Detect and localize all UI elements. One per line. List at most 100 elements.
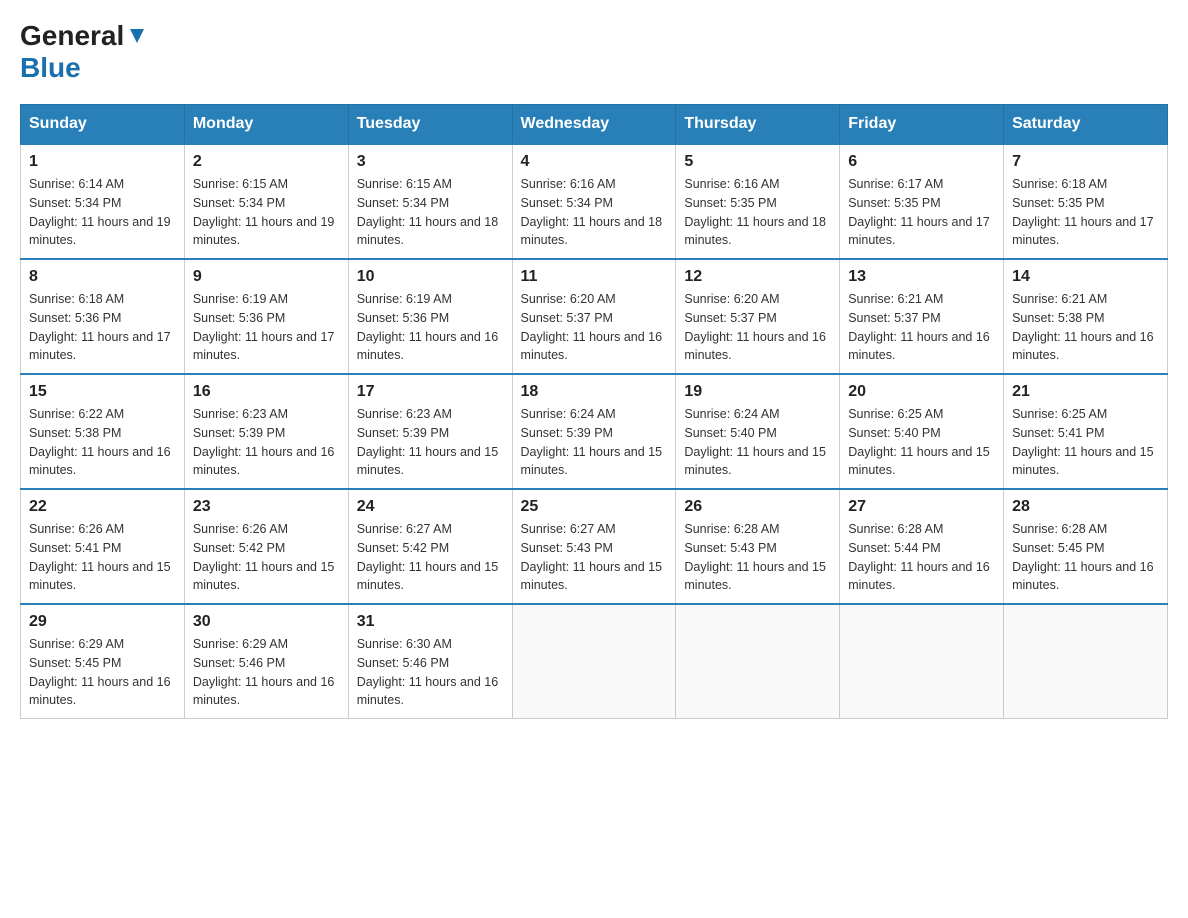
- page-header: General Blue: [20, 20, 1168, 84]
- calendar-day-cell: 8 Sunrise: 6:18 AMSunset: 5:36 PMDaylight…: [21, 259, 185, 374]
- day-info: Sunrise: 6:27 AMSunset: 5:43 PMDaylight:…: [521, 520, 668, 595]
- day-info: Sunrise: 6:21 AMSunset: 5:38 PMDaylight:…: [1012, 290, 1159, 365]
- calendar-day-cell: 9 Sunrise: 6:19 AMSunset: 5:36 PMDaylight…: [184, 259, 348, 374]
- day-info: Sunrise: 6:15 AMSunset: 5:34 PMDaylight:…: [357, 175, 504, 250]
- day-info: Sunrise: 6:29 AMSunset: 5:46 PMDaylight:…: [193, 635, 340, 710]
- calendar-header-row: SundayMondayTuesdayWednesdayThursdayFrid…: [21, 105, 1168, 145]
- calendar-day-cell: 7Sunrise: 6:18 AMSunset: 5:35 PMDaylight…: [1004, 144, 1168, 259]
- day-info: Sunrise: 6:20 AMSunset: 5:37 PMDaylight:…: [521, 290, 668, 365]
- calendar-day-cell: [840, 604, 1004, 719]
- calendar-day-cell: [512, 604, 676, 719]
- day-number: 14: [1012, 268, 1159, 286]
- day-info: Sunrise: 6:19 AMSunset: 5:36 PMDaylight:…: [193, 290, 340, 365]
- calendar-day-cell: 28Sunrise: 6:28 AMSunset: 5:45 PMDayligh…: [1004, 489, 1168, 604]
- logo-arrow-icon: [126, 25, 148, 47]
- day-number: 30: [193, 613, 340, 631]
- day-info: Sunrise: 6:18 AMSunset: 5:35 PMDaylight:…: [1012, 175, 1159, 250]
- calendar-day-cell: 14 Sunrise: 6:21 AMSunset: 5:38 PMDayligh…: [1004, 259, 1168, 374]
- calendar-day-cell: 2 Sunrise: 6:15 AMSunset: 5:34 PMDaylight…: [184, 144, 348, 259]
- day-info: Sunrise: 6:16 AMSunset: 5:35 PMDaylight:…: [684, 175, 831, 250]
- day-number: 21: [1012, 383, 1159, 401]
- calendar-day-cell: [1004, 604, 1168, 719]
- calendar-day-cell: 10 Sunrise: 6:19 AMSunset: 5:36 PMDayligh…: [348, 259, 512, 374]
- day-number: 6: [848, 153, 995, 171]
- day-number: 4: [521, 153, 668, 171]
- day-info: Sunrise: 6:26 AMSunset: 5:41 PMDaylight:…: [29, 520, 176, 595]
- calendar-day-cell: 21 Sunrise: 6:25 AMSunset: 5:41 PMDayligh…: [1004, 374, 1168, 489]
- calendar-day-cell: 18 Sunrise: 6:24 AMSunset: 5:39 PMDayligh…: [512, 374, 676, 489]
- calendar-day-cell: 13 Sunrise: 6:21 AMSunset: 5:37 PMDayligh…: [840, 259, 1004, 374]
- day-info: Sunrise: 6:23 AMSunset: 5:39 PMDaylight:…: [193, 405, 340, 480]
- calendar-week-row: 8 Sunrise: 6:18 AMSunset: 5:36 PMDaylight…: [21, 259, 1168, 374]
- day-number: 11: [521, 268, 668, 286]
- calendar-day-cell: 25 Sunrise: 6:27 AMSunset: 5:43 PMDayligh…: [512, 489, 676, 604]
- day-info: Sunrise: 6:25 AMSunset: 5:41 PMDaylight:…: [1012, 405, 1159, 480]
- day-info: Sunrise: 6:24 AMSunset: 5:40 PMDaylight:…: [684, 405, 831, 480]
- day-info: Sunrise: 6:26 AMSunset: 5:42 PMDaylight:…: [193, 520, 340, 595]
- calendar-day-cell: 30 Sunrise: 6:29 AMSunset: 5:46 PMDayligh…: [184, 604, 348, 719]
- calendar-week-row: 1Sunrise: 6:14 AMSunset: 5:34 PMDaylight…: [21, 144, 1168, 259]
- calendar-week-row: 15Sunrise: 6:22 AMSunset: 5:38 PMDayligh…: [21, 374, 1168, 489]
- day-number: 18: [521, 383, 668, 401]
- calendar-day-cell: 29 Sunrise: 6:29 AMSunset: 5:45 PMDayligh…: [21, 604, 185, 719]
- logo: General Blue: [20, 20, 148, 84]
- day-info: Sunrise: 6:19 AMSunset: 5:36 PMDaylight:…: [357, 290, 504, 365]
- calendar-day-cell: 6 Sunrise: 6:17 AMSunset: 5:35 PMDaylight…: [840, 144, 1004, 259]
- day-info: Sunrise: 6:21 AMSunset: 5:37 PMDaylight:…: [848, 290, 995, 365]
- calendar-week-row: 29 Sunrise: 6:29 AMSunset: 5:45 PMDayligh…: [21, 604, 1168, 719]
- day-info: Sunrise: 6:27 AMSunset: 5:42 PMDaylight:…: [357, 520, 504, 595]
- calendar-day-header: Saturday: [1004, 105, 1168, 145]
- day-info: Sunrise: 6:30 AMSunset: 5:46 PMDaylight:…: [357, 635, 504, 710]
- day-info: Sunrise: 6:18 AMSunset: 5:36 PMDaylight:…: [29, 290, 176, 365]
- calendar-week-row: 22 Sunrise: 6:26 AMSunset: 5:41 PMDayligh…: [21, 489, 1168, 604]
- logo-blue: Blue: [20, 52, 81, 83]
- calendar-day-cell: 3 Sunrise: 6:15 AMSunset: 5:34 PMDaylight…: [348, 144, 512, 259]
- calendar-day-cell: 26Sunrise: 6:28 AMSunset: 5:43 PMDayligh…: [676, 489, 840, 604]
- day-info: Sunrise: 6:28 AMSunset: 5:45 PMDaylight:…: [1012, 520, 1159, 595]
- day-info: Sunrise: 6:28 AMSunset: 5:43 PMDaylight:…: [684, 520, 831, 595]
- calendar-day-header: Sunday: [21, 105, 185, 145]
- day-info: Sunrise: 6:16 AMSunset: 5:34 PMDaylight:…: [521, 175, 668, 250]
- day-number: 13: [848, 268, 995, 286]
- day-number: 24: [357, 498, 504, 516]
- calendar-day-header: Tuesday: [348, 105, 512, 145]
- day-info: Sunrise: 6:23 AMSunset: 5:39 PMDaylight:…: [357, 405, 504, 480]
- calendar-day-cell: 4 Sunrise: 6:16 AMSunset: 5:34 PMDaylight…: [512, 144, 676, 259]
- day-number: 17: [357, 383, 504, 401]
- calendar-day-cell: 22 Sunrise: 6:26 AMSunset: 5:41 PMDayligh…: [21, 489, 185, 604]
- calendar-day-cell: 23 Sunrise: 6:26 AMSunset: 5:42 PMDayligh…: [184, 489, 348, 604]
- day-number: 23: [193, 498, 340, 516]
- calendar-day-cell: 15Sunrise: 6:22 AMSunset: 5:38 PMDayligh…: [21, 374, 185, 489]
- day-number: 10: [357, 268, 504, 286]
- calendar-day-cell: 5 Sunrise: 6:16 AMSunset: 5:35 PMDaylight…: [676, 144, 840, 259]
- day-number: 3: [357, 153, 504, 171]
- calendar-day-cell: 17 Sunrise: 6:23 AMSunset: 5:39 PMDayligh…: [348, 374, 512, 489]
- day-info: Sunrise: 6:14 AMSunset: 5:34 PMDaylight:…: [29, 175, 176, 250]
- day-info: Sunrise: 6:29 AMSunset: 5:45 PMDaylight:…: [29, 635, 176, 710]
- day-number: 9: [193, 268, 340, 286]
- day-info: Sunrise: 6:15 AMSunset: 5:34 PMDaylight:…: [193, 175, 340, 250]
- calendar-day-cell: 31Sunrise: 6:30 AMSunset: 5:46 PMDayligh…: [348, 604, 512, 719]
- day-number: 19: [684, 383, 831, 401]
- day-number: 27: [848, 498, 995, 516]
- day-info: Sunrise: 6:24 AMSunset: 5:39 PMDaylight:…: [521, 405, 668, 480]
- calendar-day-cell: 20Sunrise: 6:25 AMSunset: 5:40 PMDayligh…: [840, 374, 1004, 489]
- day-info: Sunrise: 6:17 AMSunset: 5:35 PMDaylight:…: [848, 175, 995, 250]
- calendar-day-header: Wednesday: [512, 105, 676, 145]
- calendar-day-cell: 24 Sunrise: 6:27 AMSunset: 5:42 PMDayligh…: [348, 489, 512, 604]
- day-number: 5: [684, 153, 831, 171]
- day-number: 12: [684, 268, 831, 286]
- calendar-day-cell: 11 Sunrise: 6:20 AMSunset: 5:37 PMDayligh…: [512, 259, 676, 374]
- day-number: 8: [29, 268, 176, 286]
- calendar-table: SundayMondayTuesdayWednesdayThursdayFrid…: [20, 104, 1168, 719]
- calendar-day-header: Monday: [184, 105, 348, 145]
- day-number: 22: [29, 498, 176, 516]
- day-info: Sunrise: 6:28 AMSunset: 5:44 PMDaylight:…: [848, 520, 995, 595]
- day-number: 2: [193, 153, 340, 171]
- day-number: 15: [29, 383, 176, 401]
- calendar-day-header: Thursday: [676, 105, 840, 145]
- day-number: 25: [521, 498, 668, 516]
- calendar-day-cell: 27 Sunrise: 6:28 AMSunset: 5:44 PMDayligh…: [840, 489, 1004, 604]
- day-number: 29: [29, 613, 176, 631]
- calendar-day-cell: [676, 604, 840, 719]
